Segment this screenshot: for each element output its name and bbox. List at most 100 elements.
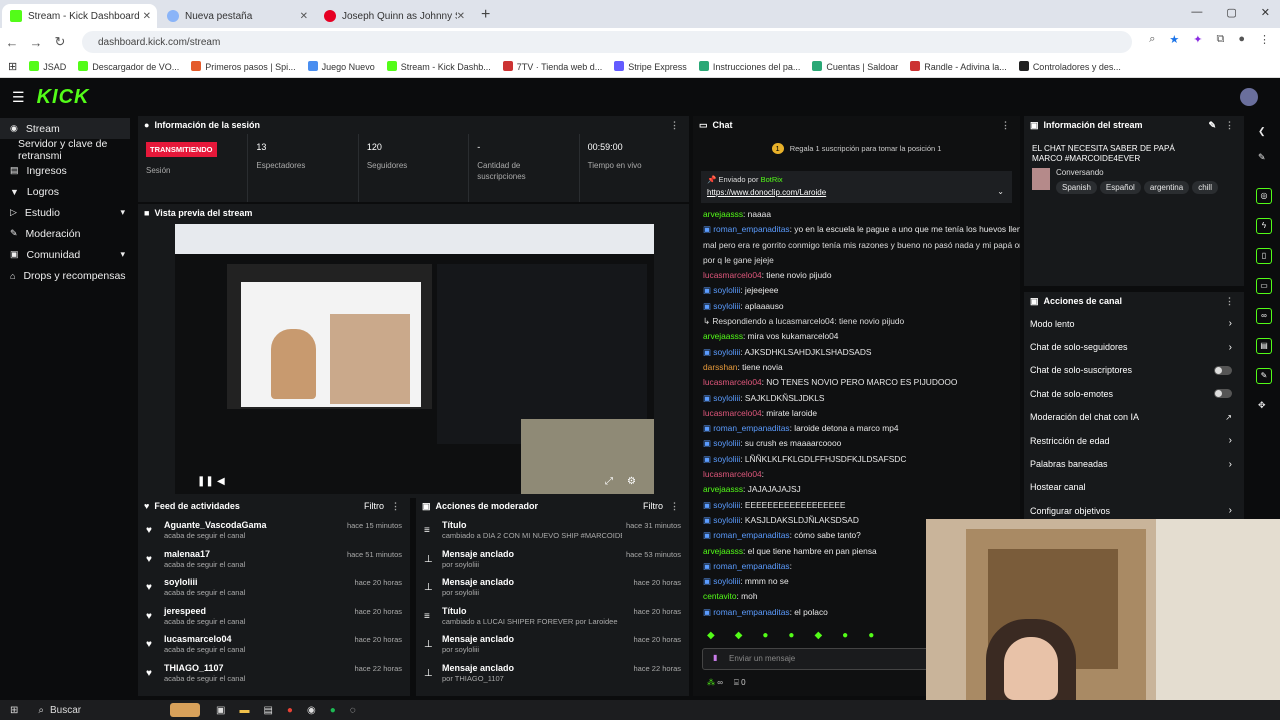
chat-username[interactable]: soyloliii: [713, 285, 740, 295]
chat-username[interactable]: soyloliii: [713, 347, 740, 357]
tool-button[interactable]: ✎: [1256, 368, 1272, 384]
sidebar-item[interactable]: ⌂ Drops y recompensas: [0, 265, 135, 286]
tool-button[interactable]: ▯: [1256, 248, 1272, 264]
channel-action-item[interactable]: Restricción de edad ›: [1024, 429, 1244, 452]
bookmark-item[interactable]: Cuentas | Saldoar: [812, 61, 898, 72]
stream-tag[interactable]: Español: [1099, 181, 1141, 194]
channel-action-item[interactable]: Moderación del chat con IA ↗: [1024, 406, 1244, 429]
more-icon[interactable]: ⋮: [1225, 120, 1234, 131]
chat-input[interactable]: ▮ Enviar un mensaje: [702, 648, 930, 670]
bookmark-item[interactable]: Juego Nuevo: [307, 61, 375, 72]
taskbar-search[interactable]: Buscar: [50, 705, 150, 716]
bookmark-item[interactable]: Descargador de VO...: [78, 61, 179, 72]
chat-username[interactable]: centavito: [703, 591, 737, 601]
chat-username[interactable]: soyloliii: [713, 454, 740, 464]
spotify-icon[interactable]: ●: [330, 705, 336, 716]
tool-button[interactable]: ▭: [1256, 278, 1272, 294]
chat-username[interactable]: arvejaasss: [703, 546, 743, 556]
filter-button[interactable]: Filtro: [364, 501, 384, 511]
kick-logo[interactable]: KICK: [37, 86, 90, 109]
more-icon[interactable]: ⋮: [1225, 296, 1234, 307]
chevron-down-icon[interactable]: ▾: [120, 207, 125, 218]
chat-username[interactable]: lucasmarcelo04: [703, 270, 762, 280]
gift-sub-banner[interactable]: 1 Regala 1 suscripción para tomar la posi…: [693, 143, 1020, 154]
bookmark-item[interactable]: Stream - Kick Dashb...: [386, 61, 491, 72]
new-tab-icon[interactable]: +: [481, 6, 490, 24]
folder-icon[interactable]: ▬: [239, 705, 249, 716]
more-icon[interactable]: ⋮: [391, 501, 400, 512]
chat-username[interactable]: lucasmarcelo04: [703, 408, 762, 418]
app-icon[interactable]: ◌: [350, 705, 356, 716]
bookmark-item[interactable]: Stripe Express: [614, 61, 687, 72]
chat-username[interactable]: roman_empanaditas: [713, 530, 789, 540]
chat-username[interactable]: arvejaasss: [703, 484, 743, 494]
emote-icon[interactable]: ▮: [713, 653, 717, 662]
channel-action-item[interactable]: Chat de solo-seguidores ›: [1024, 335, 1244, 358]
sidebar-item[interactable]: ▼ Logros: [0, 181, 135, 202]
chat-username[interactable]: soyloliii: [713, 438, 740, 448]
toggle-switch[interactable]: [1214, 389, 1232, 399]
bookmark-item[interactable]: Randle - Adivina la...: [910, 61, 1007, 72]
fullscreen-icon[interactable]: ⤢: [605, 476, 613, 487]
minimize-icon[interactable]: —: [1191, 6, 1202, 19]
close-window-icon[interactable]: ✕: [1261, 6, 1270, 19]
bookmark-item[interactable]: Primeros pasos | Spi...: [191, 61, 296, 72]
obs-icon[interactable]: ◉: [307, 705, 316, 716]
star-icon[interactable]: ★: [1169, 33, 1179, 46]
more-icon[interactable]: ⋮: [670, 501, 679, 512]
avatar[interactable]: [1240, 88, 1258, 106]
apps-grid-icon[interactable]: ⊞: [8, 60, 17, 73]
close-tab-icon[interactable]: ✕: [143, 11, 151, 22]
chat-username[interactable]: soyloliii: [713, 515, 740, 525]
close-tab-icon[interactable]: ✕: [300, 11, 308, 22]
taskbar-app-icon[interactable]: [170, 703, 200, 717]
close-tab-icon[interactable]: ✕: [457, 11, 465, 22]
channel-action-item[interactable]: Palabras baneadas ›: [1024, 452, 1244, 475]
chat-username[interactable]: soyloliii: [713, 576, 740, 586]
tool-button[interactable]: ▤: [1256, 338, 1272, 354]
chrome-icon[interactable]: ●: [287, 705, 293, 716]
menu-icon[interactable]: ⋮: [1259, 33, 1270, 46]
channel-action-item[interactable]: Chat de solo-emotes: [1024, 382, 1244, 405]
bookmark-item[interactable]: Instrucciones del pa...: [698, 61, 800, 72]
toggle-switch[interactable]: [1214, 365, 1232, 375]
chat-username[interactable]: lucasmarcelo04: [703, 377, 762, 387]
pencil-icon[interactable]: ✎: [1258, 152, 1266, 163]
search-icon[interactable]: ⌕: [38, 705, 44, 716]
chat-username[interactable]: soyloliii: [713, 301, 740, 311]
expand-icon[interactable]: ❮: [1258, 126, 1266, 137]
forward-icon[interactable]: →: [24, 35, 48, 50]
notes-icon[interactable]: ▤: [263, 705, 272, 716]
sidebar-item[interactable]: ▤ Ingresos: [0, 160, 135, 181]
maximize-icon[interactable]: ▢: [1226, 6, 1236, 19]
sidebar-item[interactable]: ▷ Estudio ▾: [0, 202, 135, 223]
zoom-icon[interactable]: ⌕: [1149, 33, 1155, 46]
hamburger-icon[interactable]: ☰: [12, 89, 25, 106]
extension-icon[interactable]: ✦: [1193, 33, 1202, 46]
chevron-down-icon[interactable]: ▾: [120, 249, 125, 260]
channel-action-item[interactable]: Chat de solo-suscriptores: [1024, 359, 1244, 382]
settings-icon[interactable]: ⚙: [627, 476, 636, 487]
gift-box-icon[interactable]: ⌸: [734, 678, 739, 687]
volume-icon[interactable]: ◀: [217, 476, 225, 487]
bookmark-item[interactable]: 7TV · Tienda web d...: [502, 61, 602, 72]
chat-username[interactable]: arvejaasss: [703, 331, 743, 341]
bookmark-item[interactable]: Controladores y des...: [1018, 61, 1121, 72]
url-bar[interactable]: dashboard.kick.com/stream: [82, 31, 1132, 53]
browser-tab[interactable]: Nueva pestaña ✕: [159, 4, 314, 28]
bookmark-item[interactable]: JSAD: [29, 61, 66, 72]
chat-username[interactable]: lucasmarcelo04: [703, 469, 762, 479]
reload-icon[interactable]: ↻: [48, 34, 72, 50]
chat-username[interactable]: roman_empanaditas: [713, 561, 789, 571]
stream-preview-video[interactable]: ❚❚ ◀ ⤢ ⚙: [175, 224, 654, 494]
tool-button[interactable]: ϟ: [1256, 218, 1272, 234]
more-icon[interactable]: ⋮: [1001, 120, 1010, 131]
chat-username[interactable]: darsshan: [703, 362, 737, 372]
puzzle-icon[interactable]: ⧉: [1216, 33, 1224, 46]
chat-username[interactable]: roman_empanaditas: [713, 607, 789, 617]
stream-tag[interactable]: chill: [1192, 181, 1218, 194]
points-icon[interactable]: ⁂: [707, 678, 715, 687]
chat-username[interactable]: roman_empanaditas: [713, 423, 789, 433]
channel-action-item[interactable]: Hostear canal: [1024, 476, 1244, 499]
channel-action-item[interactable]: Modo lento ›: [1024, 312, 1244, 335]
